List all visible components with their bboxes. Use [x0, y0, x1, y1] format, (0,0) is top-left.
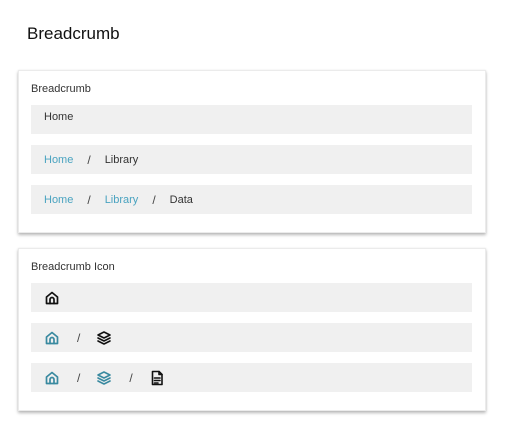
home-icon[interactable]: [44, 330, 60, 346]
breadcrumb: Home / Library / Data: [31, 185, 472, 214]
breadcrumb: Home / Library: [31, 145, 472, 174]
breadcrumb: Home: [31, 105, 472, 134]
breadcrumb-separator: /: [152, 192, 156, 207]
breadcrumb-separator: /: [87, 152, 91, 167]
home-icon[interactable]: [44, 370, 60, 386]
layers-icon[interactable]: [96, 370, 112, 386]
breadcrumb-separator: /: [77, 330, 81, 345]
page-title: Breadcrumb: [27, 24, 120, 43]
breadcrumb-separator: /: [77, 370, 81, 385]
breadcrumb-icons: [31, 283, 472, 312]
breadcrumb-link-home[interactable]: Home: [44, 194, 73, 206]
breadcrumb-link-home[interactable]: Home: [44, 154, 73, 166]
breadcrumb-current-data: Data: [169, 193, 193, 206]
breadcrumb-icons: /: [31, 323, 472, 352]
breadcrumb-icons: / /: [31, 363, 472, 392]
home-icon: [44, 290, 60, 306]
breadcrumb-separator: /: [87, 192, 91, 207]
breadcrumb-current-library: Library: [104, 153, 139, 166]
breadcrumb-separator: /: [129, 370, 133, 385]
breadcrumb-icon-card: Breadcrumb Icon / / /: [18, 248, 486, 411]
layers-icon: [96, 330, 112, 346]
card-title: Breadcrumb: [31, 83, 91, 95]
document-icon: [149, 370, 165, 386]
breadcrumb-card: Breadcrumb Home Home / Library Home / Li…: [18, 70, 486, 233]
card-title: Breadcrumb Icon: [31, 261, 115, 273]
breadcrumb-current-home: Home: [44, 111, 74, 123]
breadcrumb-link-library[interactable]: Library: [105, 194, 139, 206]
